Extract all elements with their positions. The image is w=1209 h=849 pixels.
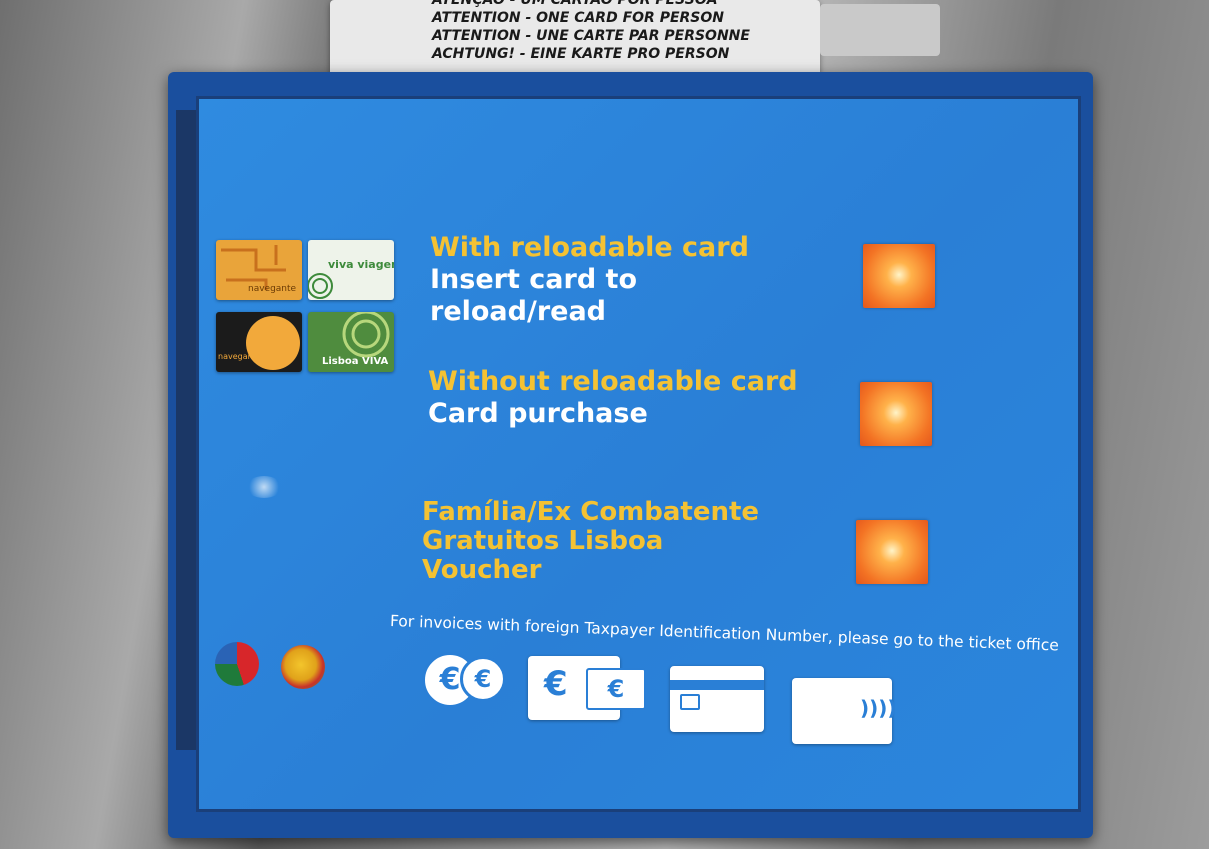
option-subtitle: reload/read [430,296,607,327]
option-subtitle: Card purchase [428,398,648,429]
option-line: Família/Ex Combatente [422,497,760,527]
viva-viagem-card-label: viva viagem [328,258,394,271]
navegante-personal-card-image: navegante [216,312,302,372]
screen-bezel [176,110,198,750]
option-title: Without reloadable card [428,366,798,397]
card-strip [670,680,764,690]
voucher-select-button[interactable] [856,520,928,584]
chip-card-icon [670,666,764,732]
reloadable-card-select-button[interactable] [863,244,935,308]
navegante-card-label: navegante [248,284,297,294]
spain-flag-icon[interactable] [281,645,325,689]
euro-symbol: € [544,664,568,704]
sticker-line: ACHTUNG! - EINE KARTE PRO PERSON [432,46,730,62]
sticker-line: ATTENTION - ONE CARD FOR PERSON [432,10,724,26]
banknote-icon: € € [528,656,646,720]
option-familia-voucher: Família/Ex Combatente Gratuitos Lisboa V… [422,498,759,585]
option-title: With reloadable card [430,232,749,263]
chip-icon [680,694,700,710]
viva-viagem-card-image: viva viagem [308,240,394,300]
screen-glare [246,476,282,498]
option-reloadable-card: With reloadable card Insert card to relo… [430,232,749,328]
contactless-icon: )))) [792,678,897,744]
navegante-card-circle [246,316,300,370]
navegante-card-image: navegante [216,240,302,300]
coin-icon: € [460,656,506,702]
option-subtitle: Insert card to [430,264,637,295]
option-line: Gratuitos Lisboa [422,526,664,556]
card-purchase-select-button[interactable] [860,382,932,446]
lisboa-viva-card-label: Lisboa VIVA [322,356,389,367]
sticker-line: ATTENTION - UNE CARTE PAR PERSONNE [432,28,750,44]
sticker-tab [820,4,940,56]
banknote-inner: € [586,668,646,710]
attention-sticker-text: ATENÇÃO - UM CARTÃO POR PESSOA ATTENTION… [432,0,822,63]
nfc-symbol: )))) [860,696,897,720]
lisboa-viva-card-image: Lisboa VIVA [308,312,394,372]
sticker-line: ATENÇÃO - UM CARTÃO POR PESSOA [432,0,718,8]
navegante-card-label: navegante [218,352,261,361]
option-without-reloadable-card: Without reloadable card Card purchase [428,366,798,430]
option-line: Voucher [422,555,542,585]
portugal-flag-icon[interactable] [215,642,259,686]
coins-icon: € € [422,652,506,710]
